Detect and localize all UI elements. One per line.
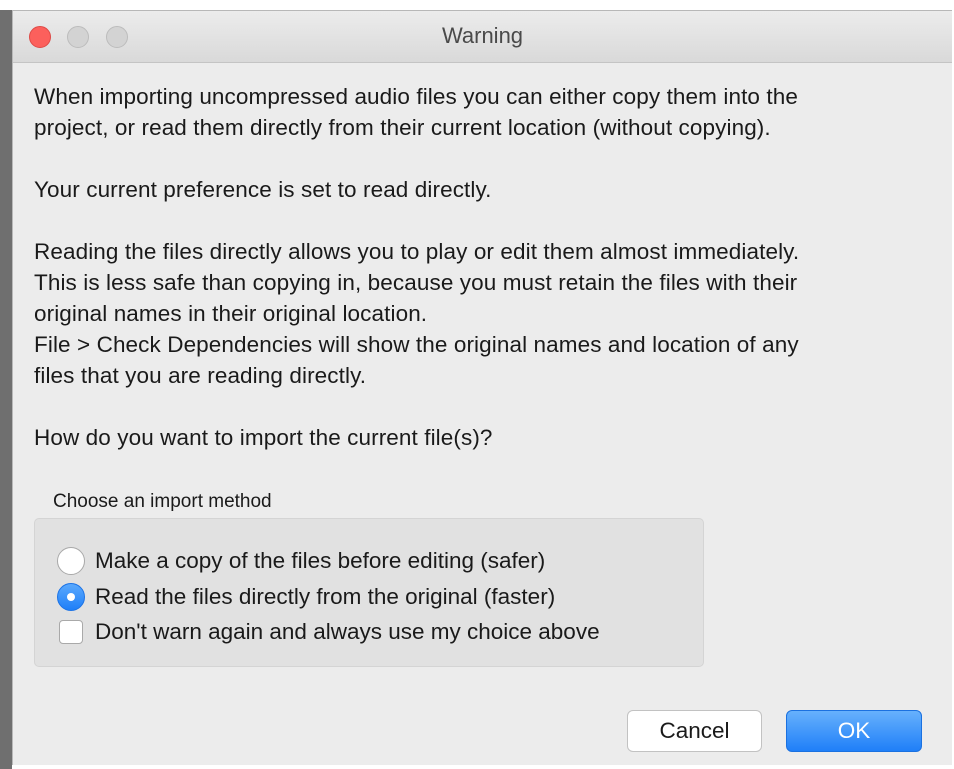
radio-make-copy-label[interactable]: Make a copy of the files before editing … [95, 548, 545, 574]
dont-warn-checkbox[interactable]: Don't warn again and always use my choic… [57, 617, 600, 647]
message-line: original names in their original locatio… [34, 301, 428, 326]
message-line: Reading the files directly allows you to… [34, 239, 800, 264]
message-line: files that you are reading directly. [34, 363, 367, 388]
import-method-group-label: Choose an import method [53, 491, 272, 512]
radio-read-directly[interactable]: Read the files directly from the origina… [57, 582, 555, 612]
radio-button-unselected[interactable] [57, 547, 85, 575]
ok-button[interactable]: OK [786, 710, 922, 752]
message-line: When importing uncompressed audio files … [34, 84, 798, 109]
title-bar[interactable]: Warning [13, 11, 952, 63]
preference-line: Your current preference is set to read d… [34, 177, 492, 202]
message-line: project, or read them directly from thei… [34, 115, 771, 140]
message-line: File > Check Dependencies will show the … [34, 332, 799, 357]
warning-dialog: Warning When importing uncompressed audi… [12, 10, 952, 765]
message-line: This is less safe than copying in, becau… [34, 270, 798, 295]
warning-message: When importing uncompressed audio files … [34, 81, 939, 453]
radio-button-selected[interactable] [57, 583, 85, 611]
dont-warn-label[interactable]: Don't warn again and always use my choic… [95, 619, 600, 645]
question-line: How do you want to import the current fi… [34, 425, 493, 450]
cancel-button[interactable]: Cancel [627, 710, 762, 752]
background-window-edge [0, 10, 12, 769]
import-method-group: Make a copy of the files before editing … [34, 518, 704, 667]
checkbox-box[interactable] [59, 620, 83, 644]
radio-read-directly-label[interactable]: Read the files directly from the origina… [95, 584, 555, 610]
window-title: Warning [441, 23, 524, 48]
radio-make-copy[interactable]: Make a copy of the files before editing … [57, 546, 545, 576]
